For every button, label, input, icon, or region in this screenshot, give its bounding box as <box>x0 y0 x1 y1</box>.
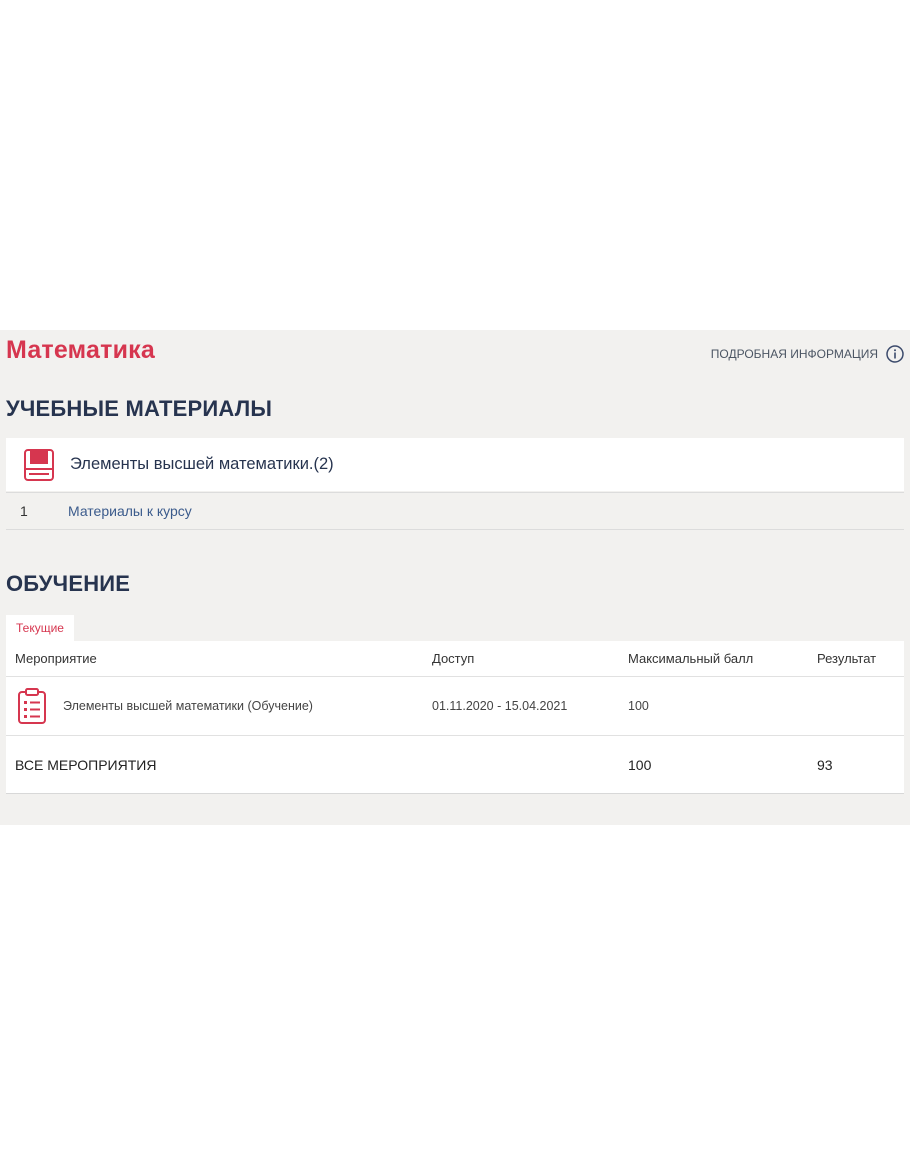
event-max-score: 100 <box>628 699 649 713</box>
table-row[interactable]: Элементы высшей математики (Обучение) 01… <box>6 677 904 736</box>
materials-group[interactable]: Элементы высшей математики.(2) <box>6 438 904 491</box>
learning-heading: ОБУЧЕНИЕ <box>6 571 131 596</box>
list-item: 1 Материалы к курсу <box>6 492 904 530</box>
total-label: ВСЕ МЕРОПРИЯТИЯ <box>15 756 157 773</box>
total-result: 93 <box>817 756 833 773</box>
event-access: 01.11.2020 - 15.04.2021 <box>432 699 568 713</box>
course-panel: Математика ПОДРОБНАЯ ИНФОРМАЦИЯ УЧЕБНЫЕ … <box>0 330 910 825</box>
column-header-result: Результат <box>817 651 877 666</box>
event-cell: Элементы высшей математики (Обучение) <box>15 677 313 735</box>
page-title: Математика <box>6 336 155 364</box>
info-icon[interactable] <box>886 345 904 363</box>
total-max-score: 100 <box>628 756 652 773</box>
details-link[interactable]: ПОДРОБНАЯ ИНФОРМАЦИЯ <box>711 345 904 363</box>
list-item-number: 1 <box>20 503 28 519</box>
events-table: Мероприятие Доступ Максимальный балл Рез… <box>6 641 904 794</box>
book-icon <box>21 447 57 483</box>
materials-group-title: Элементы высшей математики.(2) <box>70 455 334 473</box>
materials-heading: УЧЕБНЫЕ МАТЕРИАЛЫ <box>6 396 273 421</box>
details-link-label: ПОДРОБНАЯ ИНФОРМАЦИЯ <box>710 347 878 361</box>
column-header-max-score: Максимальный балл <box>628 651 754 666</box>
tab-current[interactable]: Текущие <box>6 615 74 641</box>
clipboard-list-icon <box>15 687 49 725</box>
event-name[interactable]: Элементы высшей математики (Обучение) <box>63 699 313 713</box>
table-header: Мероприятие Доступ Максимальный балл Рез… <box>6 641 904 677</box>
table-total-row: ВСЕ МЕРОПРИЯТИЯ 100 93 <box>6 736 904 794</box>
column-header-event: Мероприятие <box>15 651 97 666</box>
materials-link[interactable]: Материалы к курсу <box>68 503 192 519</box>
column-header-access: Доступ <box>432 651 475 666</box>
